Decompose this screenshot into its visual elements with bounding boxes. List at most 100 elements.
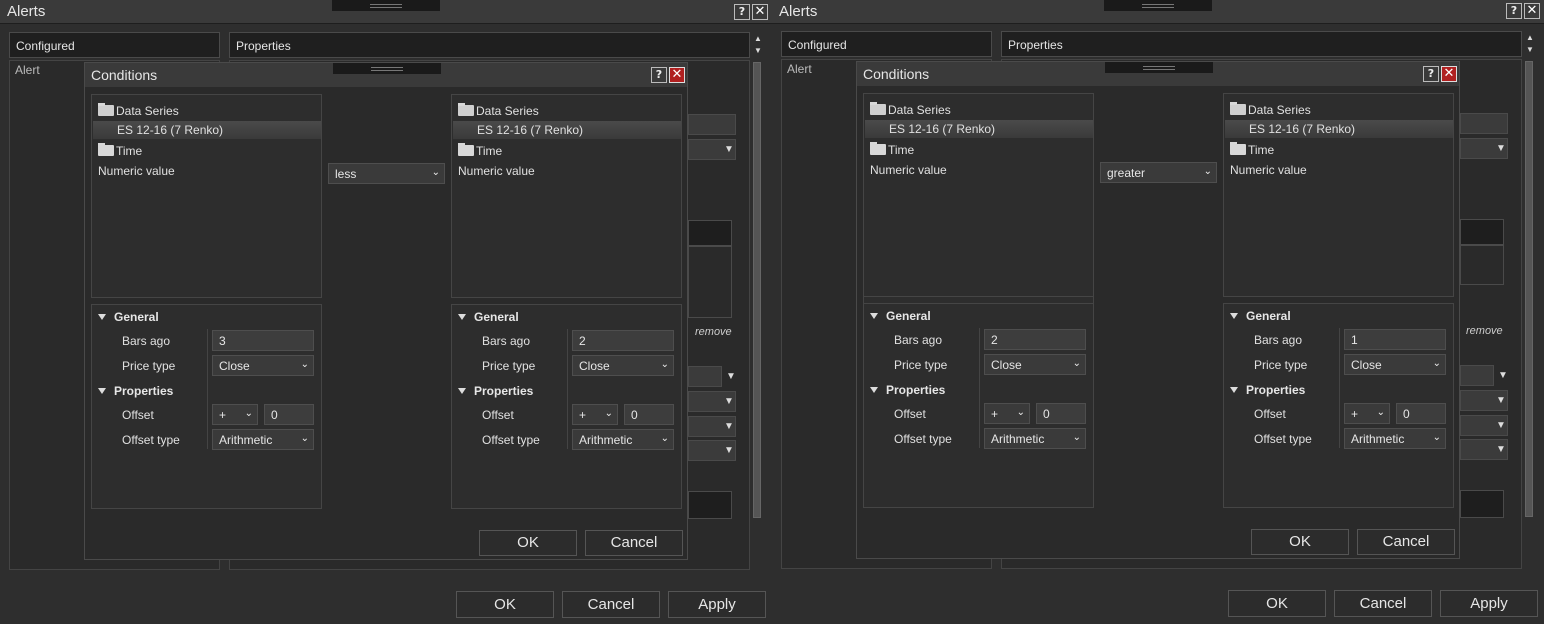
offset-type-select[interactable]: Arithmetic ⌄ <box>572 429 674 450</box>
price-type-select[interactable]: Close ⌄ <box>1344 354 1446 375</box>
offset-type-select[interactable]: Arithmetic ⌄ <box>1344 428 1446 449</box>
tree-item-selected-series[interactable]: ES 12-16 (7 Renko) <box>453 121 681 139</box>
ok-button[interactable]: OK <box>456 591 554 618</box>
offset-input[interactable]: 0 <box>1036 403 1086 424</box>
bars-ago-input[interactable]: 3 <box>212 330 314 351</box>
tree-item-data-series[interactable]: Data Series <box>458 102 539 120</box>
background-list-body <box>1460 245 1504 285</box>
apply-button[interactable]: Apply <box>1440 590 1538 617</box>
right-series-tree[interactable]: Data Series ES 12-16 (7 Renko) Time Nume… <box>451 94 682 298</box>
tree-item-selected-series[interactable]: ES 12-16 (7 Renko) <box>865 120 1093 138</box>
bars-ago-input[interactable]: 2 <box>984 329 1086 350</box>
chevron-down-icon: ⌄ <box>1432 432 1441 443</box>
tree-item-data-series[interactable]: Data Series <box>870 101 951 119</box>
section-general[interactable]: General <box>870 309 931 323</box>
bars-ago-input[interactable]: 2 <box>572 330 674 351</box>
alerts-titlebar[interactable]: Alerts ? ✕ <box>772 0 1544 24</box>
cancel-button[interactable]: Cancel <box>1334 590 1432 617</box>
ok-button[interactable]: OK <box>1228 590 1326 617</box>
drag-handle[interactable] <box>332 0 440 11</box>
left-series-tree[interactable]: Data Series ES 12-16 (7 Renko) Time Nume… <box>91 94 322 298</box>
price-type-select[interactable]: Close ⌄ <box>984 354 1086 375</box>
tree-item-time[interactable]: Time <box>458 142 502 160</box>
tree-item-numeric-value[interactable]: Numeric value <box>458 162 535 180</box>
tree-item-data-series[interactable]: Data Series <box>1230 101 1311 119</box>
folder-icon <box>870 142 886 155</box>
scroll-up-icon[interactable]: ▲ <box>1526 33 1534 42</box>
background-dropdown[interactable] <box>688 366 722 387</box>
section-properties[interactable]: Properties <box>870 383 945 397</box>
help-button[interactable]: ? <box>1506 3 1522 19</box>
offset-input[interactable]: 0 <box>624 404 674 425</box>
chevron-down-icon: ⌄ <box>660 359 669 370</box>
offset-type-select[interactable]: Arithmetic ⌄ <box>984 428 1086 449</box>
scroll-up-icon[interactable]: ▲ <box>754 34 762 43</box>
section-general[interactable]: General <box>98 310 159 324</box>
section-general[interactable]: General <box>458 310 519 324</box>
help-button[interactable]: ? <box>734 4 750 20</box>
help-button[interactable]: ? <box>1423 66 1439 82</box>
window-title: Alerts <box>7 3 46 20</box>
offset-sign-select[interactable]: + ⌄ <box>572 404 618 425</box>
dialog-ok-button[interactable]: OK <box>1251 529 1349 555</box>
tree-item-selected-series[interactable]: ES 12-16 (7 Renko) <box>93 121 321 139</box>
close-button[interactable]: ✕ <box>1524 3 1540 19</box>
help-button[interactable]: ? <box>651 67 667 83</box>
alerts-window-right: Alerts ? ✕ Configured Properties ▲ ▼ Ale… <box>772 0 1544 624</box>
cancel-button[interactable]: Cancel <box>562 591 660 618</box>
dialog-ok-button[interactable]: OK <box>479 530 577 556</box>
drag-handle[interactable] <box>333 63 441 74</box>
offset-input[interactable]: 0 <box>264 404 314 425</box>
offset-sign-select[interactable]: + ⌄ <box>1344 403 1390 424</box>
dialog-cancel-button[interactable]: Cancel <box>1357 529 1455 555</box>
conditions-titlebar[interactable]: Conditions ? ✕ <box>85 63 687 87</box>
scroll-down-icon[interactable]: ▼ <box>1526 45 1534 54</box>
bars-ago-input[interactable]: 1 <box>1344 329 1446 350</box>
tree-item-time[interactable]: Time <box>98 142 142 160</box>
price-type-select[interactable]: Close ⌄ <box>572 355 674 376</box>
drag-handle[interactable] <box>1104 0 1212 11</box>
price-type-select[interactable]: Close ⌄ <box>212 355 314 376</box>
tree-item-numeric-value[interactable]: Numeric value <box>98 162 175 180</box>
left-series-tree[interactable]: Data Series ES 12-16 (7 Renko) Time Nume… <box>863 93 1094 297</box>
tree-item-time[interactable]: Time <box>870 141 914 159</box>
close-button[interactable]: ✕ <box>669 67 685 83</box>
section-properties[interactable]: Properties <box>98 384 173 398</box>
dialog-cancel-button[interactable]: Cancel <box>585 530 683 556</box>
offset-input[interactable]: 0 <box>1396 403 1446 424</box>
operator-select[interactable]: less ⌄ <box>328 163 445 184</box>
properties-scrollbar[interactable] <box>751 60 763 520</box>
conditions-titlebar[interactable]: Conditions ? ✕ <box>857 62 1459 86</box>
background-field[interactable] <box>1460 113 1508 134</box>
close-button[interactable]: ✕ <box>1441 66 1457 82</box>
properties-scrollbar[interactable] <box>1523 59 1535 519</box>
scroll-down-icon[interactable]: ▼ <box>754 46 762 55</box>
remove-link[interactable]: remove <box>695 326 732 338</box>
operator-select[interactable]: greater ⌄ <box>1100 162 1217 183</box>
background-field[interactable] <box>688 114 736 135</box>
tree-item-numeric-value[interactable]: Numeric value <box>1230 161 1307 179</box>
tree-item-selected-series[interactable]: ES 12-16 (7 Renko) <box>1225 120 1453 138</box>
section-general[interactable]: General <box>1230 309 1291 323</box>
dialog-title: Conditions <box>863 66 930 82</box>
scroll-thumb[interactable] <box>753 62 761 518</box>
close-button[interactable]: ✕ <box>752 4 768 20</box>
offset-type-select[interactable]: Arithmetic ⌄ <box>212 429 314 450</box>
drag-handle[interactable] <box>1105 62 1213 73</box>
apply-button[interactable]: Apply <box>668 591 766 618</box>
tree-item-time[interactable]: Time <box>1230 141 1274 159</box>
chevron-down-icon: ▼ <box>1498 370 1508 381</box>
tree-item-data-series[interactable]: Data Series <box>98 102 179 120</box>
scroll-thumb[interactable] <box>1525 61 1533 517</box>
remove-link[interactable]: remove <box>1466 325 1503 337</box>
offset-sign-select[interactable]: + ⌄ <box>212 404 258 425</box>
alerts-titlebar[interactable]: Alerts ? ✕ <box>0 0 772 24</box>
offset-sign-select[interactable]: + ⌄ <box>984 403 1030 424</box>
background-dropdown[interactable] <box>1460 365 1494 386</box>
grid-divider <box>979 328 980 448</box>
section-properties[interactable]: Properties <box>1230 383 1305 397</box>
tree-item-numeric-value[interactable]: Numeric value <box>870 161 947 179</box>
background-field <box>1460 490 1504 518</box>
section-properties[interactable]: Properties <box>458 384 533 398</box>
right-series-tree[interactable]: Data Series ES 12-16 (7 Renko) Time Nume… <box>1223 93 1454 297</box>
